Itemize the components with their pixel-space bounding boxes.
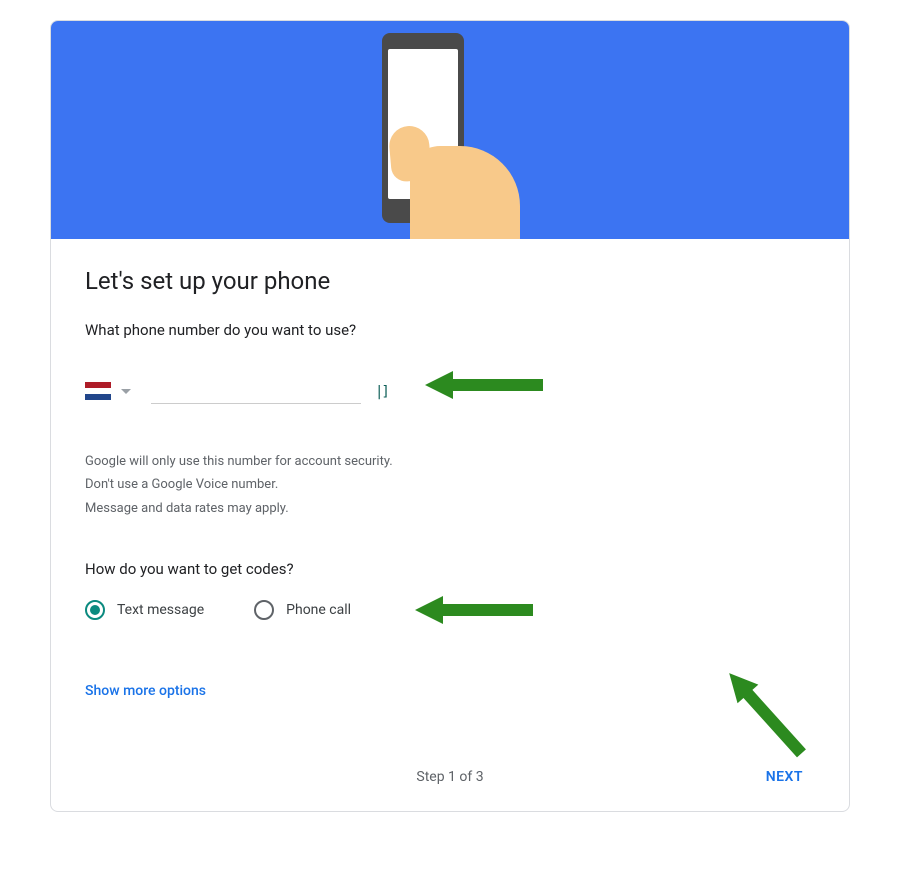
phone-input-row: |] bbox=[85, 379, 815, 404]
banner-illustration bbox=[51, 21, 849, 239]
info-line: Message and data rates may apply. bbox=[85, 497, 815, 520]
flag-icon bbox=[85, 382, 111, 400]
chevron-down-icon bbox=[121, 389, 131, 394]
radio-phone-call[interactable]: Phone call bbox=[254, 600, 351, 620]
radio-icon bbox=[85, 600, 105, 620]
phone-question: What phone number do you want to use? bbox=[85, 321, 815, 339]
footer-row: Step 1 of 3 NEXT bbox=[85, 769, 815, 785]
page-title: Let's set up your phone bbox=[85, 267, 815, 295]
setup-card: Let's set up your phone What phone numbe… bbox=[50, 20, 850, 812]
info-block: Google will only use this number for acc… bbox=[85, 450, 815, 520]
show-more-options-link[interactable]: Show more options bbox=[85, 683, 206, 699]
radio-label: Phone call bbox=[286, 602, 351, 618]
radio-label: Text message bbox=[117, 602, 204, 618]
radio-text-message[interactable]: Text message bbox=[85, 600, 204, 620]
phone-number-input[interactable] bbox=[151, 379, 361, 404]
annotation-arrow-icon bbox=[711, 659, 821, 769]
codes-question: How do you want to get codes? bbox=[85, 560, 815, 578]
text-cursor-icon: |] bbox=[375, 384, 388, 404]
annotation-arrow-icon bbox=[425, 365, 545, 405]
step-indicator: Step 1 of 3 bbox=[416, 769, 483, 785]
radio-icon bbox=[254, 600, 274, 620]
next-button[interactable]: NEXT bbox=[754, 761, 815, 793]
info-line: Don't use a Google Voice number. bbox=[85, 473, 815, 496]
country-selector[interactable] bbox=[85, 382, 131, 404]
annotation-arrow-icon bbox=[415, 590, 535, 630]
content-area: Let's set up your phone What phone numbe… bbox=[51, 239, 849, 811]
codes-radio-group: Text message Phone call bbox=[85, 600, 815, 620]
hand-holding-phone-icon bbox=[350, 21, 550, 239]
info-line: Google will only use this number for acc… bbox=[85, 450, 815, 473]
